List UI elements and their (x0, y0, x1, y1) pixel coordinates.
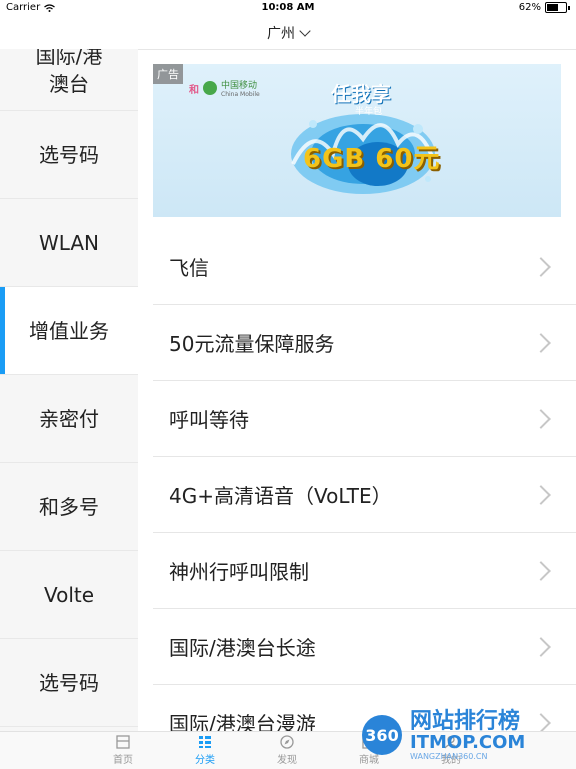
chevron-right-icon (531, 332, 551, 353)
list-item[interactable]: 呼叫等待 (153, 381, 576, 457)
chevron-right-icon (531, 484, 551, 505)
chevron-right-icon (531, 560, 551, 581)
list-item-label: 呼叫等待 (169, 408, 249, 432)
sidebar-item-volte[interactable]: Volte (0, 551, 138, 639)
list-item-label: 4G+高清语音（VoLTE） (169, 484, 392, 508)
battery-group: 62% (519, 2, 570, 13)
discover-icon (280, 735, 294, 749)
tab-home[interactable]: 首页 (82, 732, 164, 769)
sidebar-item-label: 亲密付 (39, 406, 99, 431)
sidebar-item-intl-hk-macau-taiwan[interactable]: 国际/港 澳台 (0, 49, 138, 111)
battery-icon (545, 2, 567, 13)
site-watermark: 360 网站排行榜 ITMOP.COM WANGZHAN360.CN (362, 706, 572, 764)
watermark-text-group: 网站排行榜 ITMOP.COM WANGZHAN360.CN (410, 708, 526, 761)
sidebar-item-label: 和多号 (39, 494, 99, 519)
sidebar-item-label: 国际/港 澳台 (35, 49, 103, 96)
sidebar-item-multi-number[interactable]: 和多号 (0, 463, 138, 551)
list-item[interactable]: 飞信 (153, 229, 576, 305)
tab-label: 分类 (195, 755, 215, 766)
watermark-sub: WANGZHAN360.CN (410, 751, 488, 761)
battery-tip (568, 5, 570, 10)
ad-badge: 广告 (153, 64, 183, 84)
service-list: 飞信 50元流量保障服务 呼叫等待 4G+高清语音（VoLTE） 神州行呼叫限制… (153, 229, 576, 731)
banner-deal: 6GB 60元 (303, 144, 441, 174)
sidebar-item-select-number[interactable]: 选号码 (0, 111, 138, 199)
tab-category[interactable]: 分类 (164, 732, 246, 769)
chevron-right-icon (531, 256, 551, 277)
banner-title: 任我享 (331, 82, 391, 106)
sidebar-item-label: Volte (43, 582, 95, 607)
tab-label: 首页 (113, 755, 133, 766)
list-item-label: 国际/港澳台长途 (169, 636, 316, 660)
list-item[interactable]: 50元流量保障服务 (153, 305, 576, 381)
sidebar-item-family-pay[interactable]: 亲密付 (0, 375, 138, 463)
he-logo-text: 和 (189, 84, 199, 96)
chevron-right-icon (531, 636, 551, 657)
list-item-label: 神州行呼叫限制 (169, 560, 309, 584)
category-icon (199, 736, 211, 748)
promo-banner[interactable]: 广告 和 中国移动 China Mobile 任我享 半年包 6GB 60元 (153, 64, 561, 217)
sidebar-item-select-number-2[interactable]: 选号码 (0, 639, 138, 727)
brand-name-en: China Mobile (221, 91, 260, 98)
city-selector[interactable]: 广州 (0, 16, 576, 50)
list-item[interactable]: 神州行呼叫限制 (153, 533, 576, 609)
china-mobile-logo: 和 中国移动 China Mobile (189, 78, 260, 98)
list-item[interactable]: 国际/港澳台长途 (153, 609, 576, 685)
list-item-label: 国际/港澳台漫游 (169, 712, 316, 731)
chevron-right-icon (531, 408, 551, 429)
clock: 10:08 AM (261, 2, 315, 13)
tab-discover[interactable]: 发现 (246, 732, 328, 769)
sidebar-item-label: 选号码 (39, 142, 99, 167)
sidebar-item-label: WLAN (38, 230, 100, 255)
watermark-url: ITMOP.COM (410, 731, 526, 753)
status-bar: Carrier 10:08 AM 62% (0, 0, 576, 16)
battery-percent: 62% (518, 2, 541, 13)
sidebar-item-wlan[interactable]: WLAN (0, 199, 138, 287)
list-item-label: 50元流量保障服务 (169, 332, 335, 356)
home-icon (116, 735, 130, 749)
chevron-down-icon[interactable] (299, 24, 311, 37)
sidebar-item-label: 选号码 (39, 670, 99, 695)
list-item[interactable]: 4G+高清语音（VoLTE） (153, 457, 576, 533)
category-sidebar: 国际/港 澳台 选号码 WLAN 增值业务 亲密付 和多号 Volte 选号码 (0, 49, 138, 731)
sidebar-item-value-added[interactable]: 增值业务 (0, 287, 138, 375)
banner-subtitle: 半年包 (355, 107, 383, 117)
tab-label: 发现 (277, 755, 297, 766)
brand-name: 中国移动 China Mobile (221, 78, 260, 98)
content-panel: 广告 和 中国移动 China Mobile 任我享 半年包 6GB 60元 飞信… (138, 49, 576, 731)
watermark-title: 网站排行榜 (410, 708, 521, 734)
brand-name-zh: 中国移动 (221, 81, 258, 91)
list-item-label: 飞信 (169, 256, 209, 280)
china-mobile-icon (203, 81, 217, 95)
watermark-logo: 360 (362, 715, 402, 755)
city-label[interactable]: 广州 (267, 23, 295, 43)
sidebar-item-label: 增值业务 (29, 318, 109, 343)
battery-fill (547, 4, 558, 11)
